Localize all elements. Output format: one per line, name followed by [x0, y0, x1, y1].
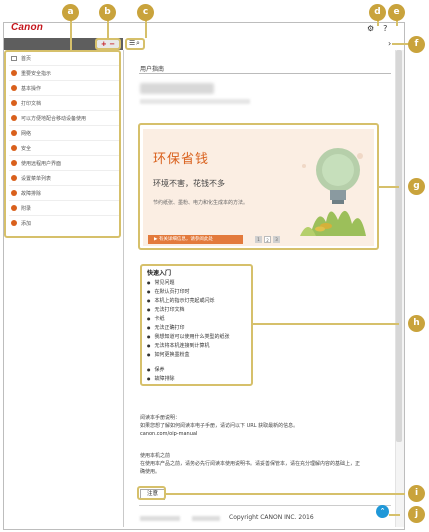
content-toolbar [124, 38, 403, 50]
footer-year-blurred [192, 516, 220, 521]
callout-box-notice [137, 486, 166, 500]
callout-h: h [408, 315, 425, 332]
callout-g: g [408, 178, 425, 195]
callout-j: j [408, 506, 425, 523]
canon-logo[interactable]: Canon [11, 22, 43, 33]
before-use-text: 在使用本产品之前，请务必先行阅读本使用说明书。请妥善保管本，请在充分理解内容的基… [140, 461, 361, 467]
callout-e: e [388, 4, 405, 21]
callout-box-quickstart [140, 264, 253, 386]
callout-d: d [369, 4, 386, 21]
scrollbar-thumb[interactable] [396, 50, 402, 442]
product-subtitle-blurred [140, 99, 250, 104]
settings-icon[interactable]: ⚙ [367, 24, 374, 33]
page-title: 用户指南 [140, 66, 165, 73]
callout-f: f [408, 36, 425, 53]
divider [139, 73, 391, 74]
footer-code-blurred [140, 516, 180, 521]
callout-i: i [408, 485, 425, 502]
callout-c: c [137, 4, 154, 21]
callout-box-tools [125, 38, 145, 50]
manual-reading-heading: 阅读本手册说明： [140, 415, 181, 421]
back-to-top-button[interactable]: ⌃ [376, 505, 389, 518]
chevron-right-icon[interactable]: › [388, 39, 391, 48]
help-icon[interactable]: ? [383, 24, 387, 33]
callout-a: a [62, 4, 79, 21]
callout-box-expand [95, 38, 121, 50]
product-name-blurred [140, 83, 214, 94]
before-use-heading: 使用本机之前 [140, 453, 171, 459]
before-use-text-cont: 确使用。 [140, 469, 161, 475]
manual-url-link[interactable]: canon.com/oip-manual [140, 431, 197, 437]
callout-box-banner [138, 123, 379, 250]
callout-b: b [99, 4, 116, 21]
copyright-text: Copyright CANON INC. 2016 [229, 514, 314, 521]
callout-box-sidebar [4, 50, 121, 238]
manual-reading-text: 如果您想了解如何阅读本电子手册，请访问以下 URL 获取最新的信息。 [140, 423, 299, 429]
footer-divider [139, 505, 391, 506]
